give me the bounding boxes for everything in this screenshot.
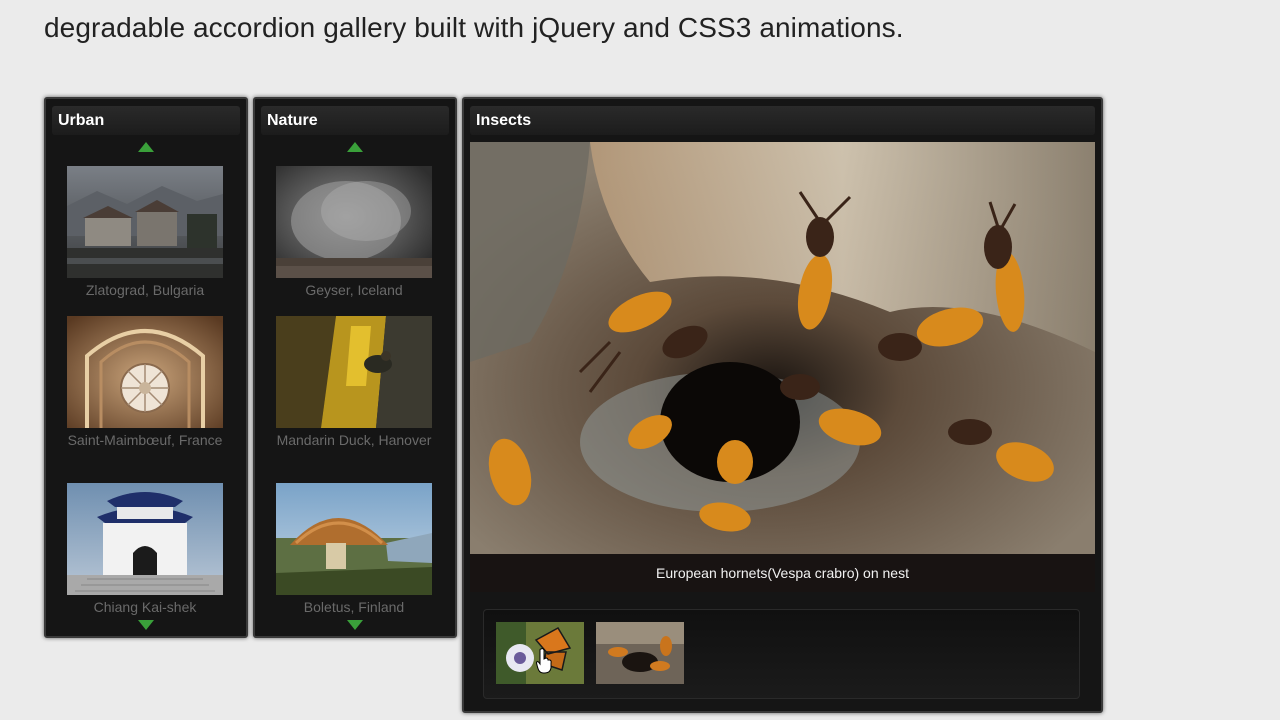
thumb-caption: Geyser, Iceland [305, 282, 403, 298]
panel-insects-title[interactable]: Insects [470, 106, 1095, 135]
scroll-up-arrow-icon[interactable] [347, 142, 363, 152]
thumb-item[interactable]: Zlatograd, Bulgaria [67, 166, 223, 299]
scroll-up-arrow-icon[interactable] [138, 142, 154, 152]
panel-urban-title[interactable]: Urban [52, 106, 240, 135]
thumb-item[interactable]: Chiang Kai-shek [67, 483, 223, 616]
thumb-image-saint-maimboeuf[interactable] [67, 316, 223, 428]
thumb-image-chiang-kai-shek[interactable] [67, 483, 223, 595]
thumb-image-boletus[interactable] [276, 483, 432, 595]
main-image-caption: European hornets(Vespa crabro) on nest [470, 554, 1095, 592]
scroll-down-arrow-icon[interactable] [138, 620, 154, 630]
panel-nature[interactable]: Nature Geyser, Iceland Mandarin Duck, Ha… [253, 97, 457, 638]
thumb-image-geyser[interactable] [276, 166, 432, 278]
thumb-item[interactable]: Saint-Maimbœuf, France [67, 316, 223, 449]
thumb-image-zlatograd[interactable] [67, 166, 223, 278]
thumb-caption: Mandarin Duck, Hanover [276, 432, 432, 448]
thumb-item[interactable]: Geyser, Iceland [276, 166, 432, 299]
thumb-caption: Zlatograd, Bulgaria [85, 282, 205, 298]
panel-nature-title[interactable]: Nature [261, 106, 449, 135]
main-image-hornets[interactable] [470, 142, 1095, 554]
thumb-item[interactable]: Boletus, Finland [276, 483, 432, 616]
panel-insects[interactable]: Insects European hornets(Vespa crabro) o… [462, 97, 1103, 713]
thumb-caption: Chiang Kai-shek [93, 599, 197, 615]
thumb-caption: Saint-Maimbœuf, France [67, 432, 223, 448]
thumbnail-tray [483, 609, 1080, 699]
thumb-caption: Boletus, Finland [303, 599, 405, 615]
thumb-item[interactable]: Mandarin Duck, Hanover [276, 316, 432, 449]
mini-thumb-hornets[interactable] [596, 622, 684, 684]
thumb-image-mandarin-duck[interactable] [276, 316, 432, 428]
scroll-down-arrow-icon[interactable] [347, 620, 363, 630]
hand-cursor-icon [536, 648, 552, 674]
panel-urban[interactable]: Urban Zlatograd, Bulgaria Saint-Maimbœuf… [44, 97, 248, 638]
page-headline: degradable accordion gallery built with … [44, 12, 904, 43]
